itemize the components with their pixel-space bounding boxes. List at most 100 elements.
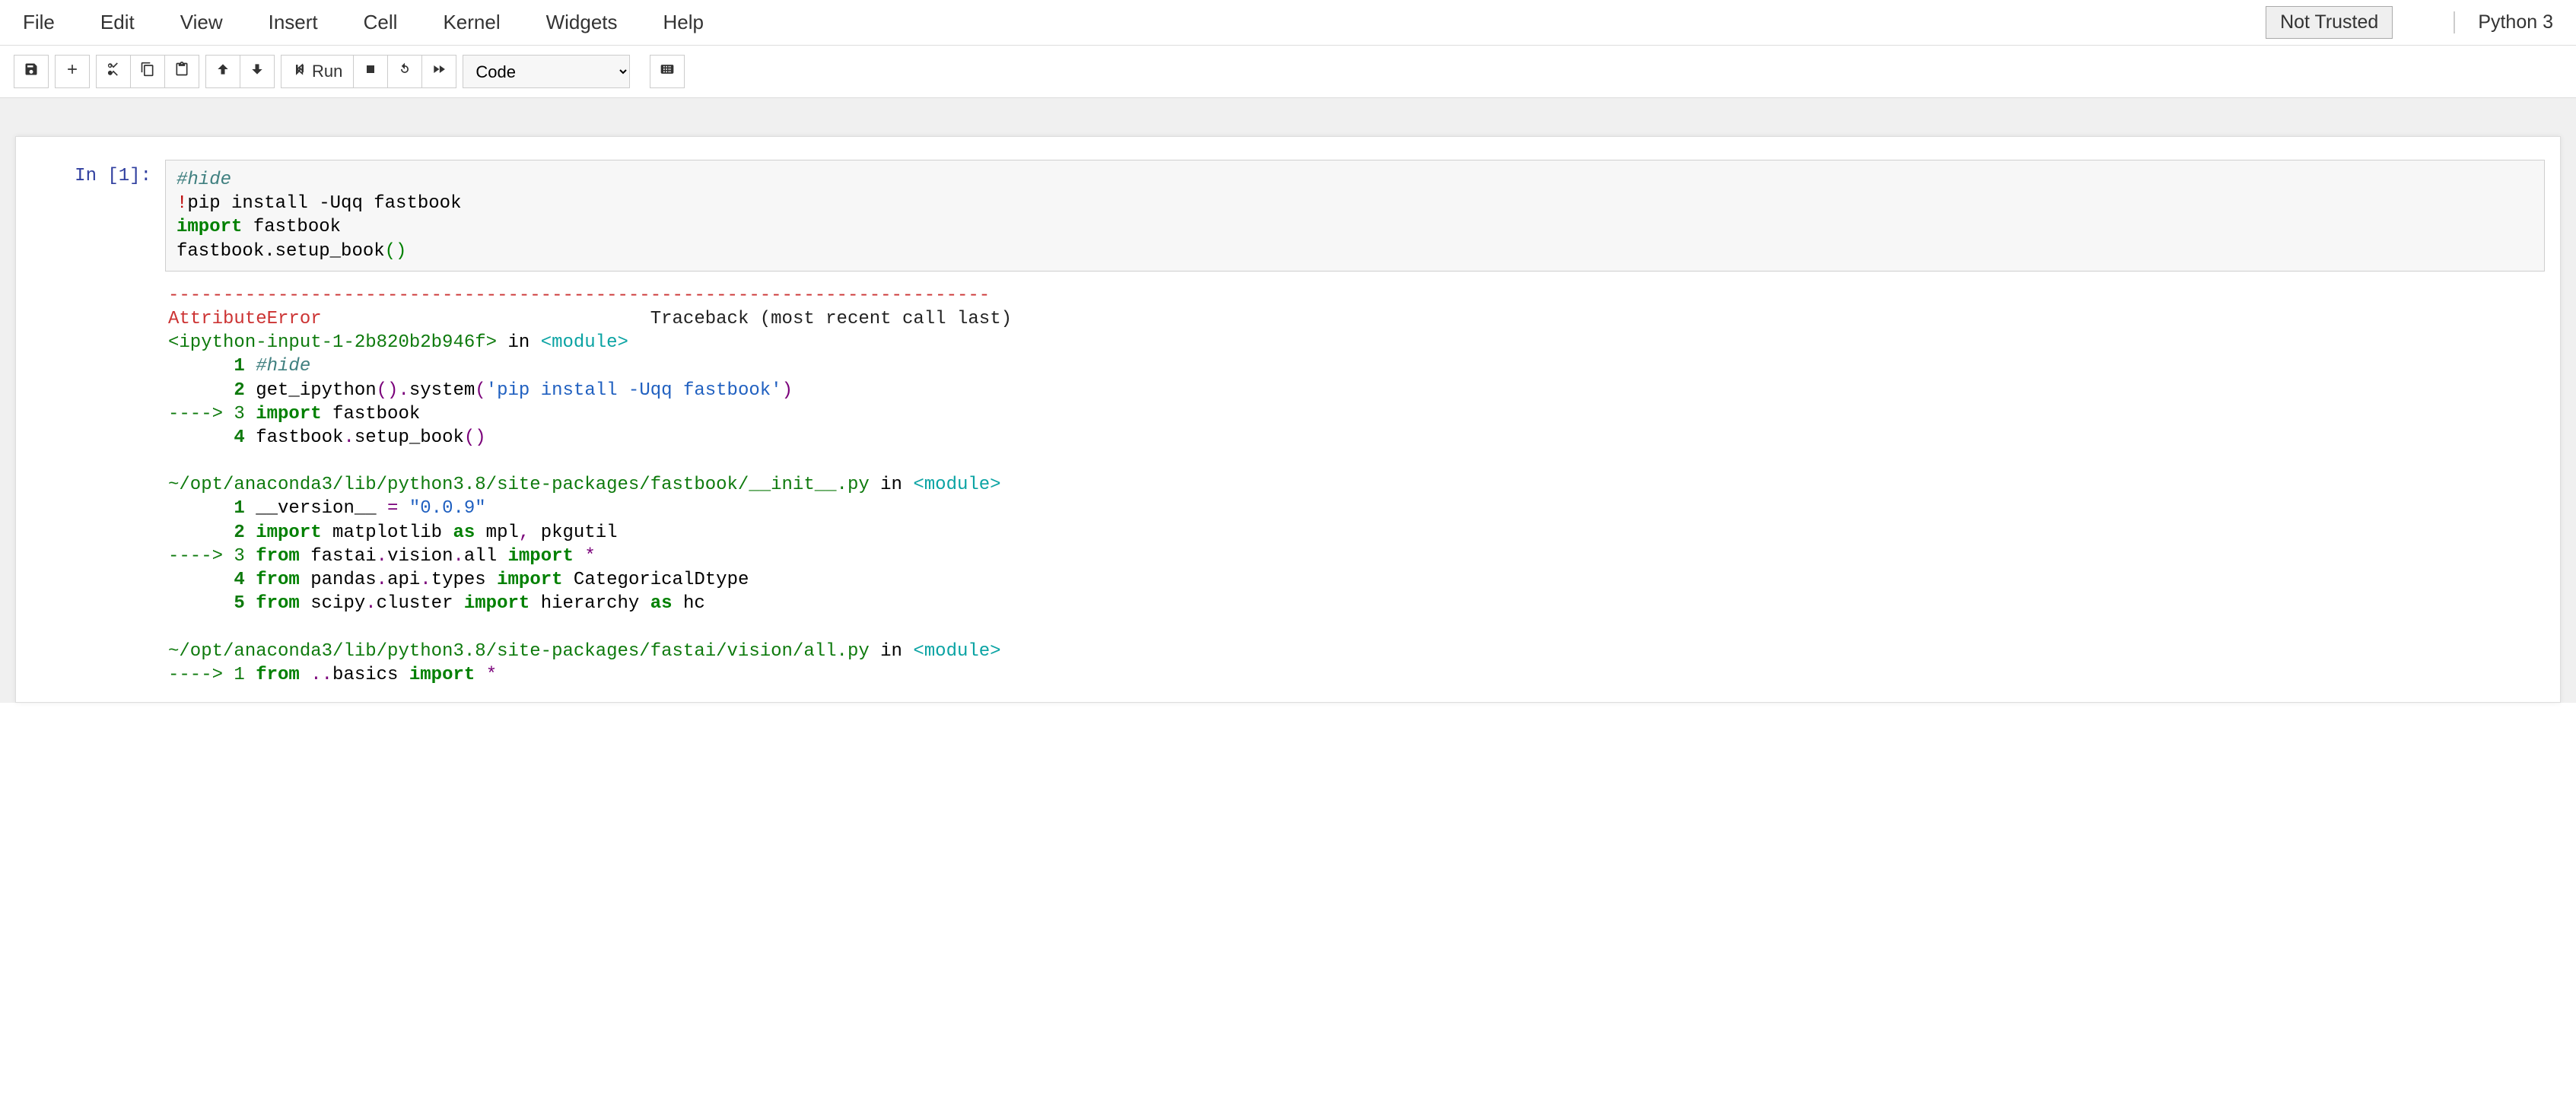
- traceback-path: ~/opt/anaconda3/lib/python3.8/site-packa…: [168, 641, 870, 662]
- cell-type-select[interactable]: Code: [463, 55, 630, 88]
- add-cell-button[interactable]: [55, 55, 90, 88]
- menu-cell[interactable]: Cell: [364, 11, 398, 34]
- line-number: 4: [168, 570, 256, 590]
- traceback-code: .: [453, 546, 463, 567]
- cut-button[interactable]: [96, 55, 131, 88]
- traceback-code: all: [464, 546, 508, 567]
- save-button[interactable]: [14, 55, 49, 88]
- traceback-code: .: [343, 427, 354, 448]
- traceback-code: matplotlib: [322, 523, 453, 543]
- error-name: AttributeError: [168, 309, 322, 329]
- traceback-module: <module>: [541, 332, 628, 353]
- traceback-code: import: [497, 570, 562, 590]
- menu-kernel[interactable]: Kernel: [443, 11, 500, 34]
- traceback-arrow: ----> 3: [168, 404, 256, 424]
- traceback-code: system: [409, 380, 475, 401]
- line-number: 1: [168, 498, 256, 519]
- traceback-code: (): [464, 427, 486, 448]
- kernel-name[interactable]: Python 3: [2454, 11, 2553, 33]
- move-group: [205, 55, 275, 88]
- traceback-code: cluster: [377, 593, 464, 614]
- traceback-code: hc: [673, 593, 705, 614]
- traceback-code: #hide: [256, 356, 310, 376]
- traceback-divider: ----------------------------------------…: [168, 285, 990, 306]
- traceback-code: .: [310, 665, 321, 685]
- traceback-code: fastbook: [256, 427, 343, 448]
- traceback-code: *: [475, 665, 497, 685]
- traceback-code: 'pip install -Uqq fastbook': [486, 380, 782, 401]
- traceback-code: from: [256, 570, 300, 590]
- traceback-code: types: [431, 570, 497, 590]
- traceback-code: as: [650, 593, 673, 614]
- spacer-text: [322, 309, 650, 329]
- traceback-code: (): [377, 380, 399, 401]
- traceback-code: .: [322, 665, 332, 685]
- run-label: Run: [312, 62, 342, 81]
- restart-button[interactable]: [387, 55, 422, 88]
- traceback-code: import: [256, 404, 321, 424]
- traceback-code: get_ipython: [256, 380, 376, 401]
- menu-edit[interactable]: Edit: [100, 11, 135, 34]
- arrow-up-icon: [215, 62, 231, 81]
- restart-run-all-button[interactable]: [421, 55, 456, 88]
- move-down-button[interactable]: [240, 55, 275, 88]
- menu-widgets[interactable]: Widgets: [546, 11, 618, 34]
- traceback-code: as: [453, 523, 475, 543]
- traceback-code: fastai: [300, 546, 377, 567]
- menu-help[interactable]: Help: [663, 11, 704, 34]
- code-bang: !: [177, 193, 187, 214]
- code-cell[interactable]: In [1]: #hide !pip install -Uqq fastbook…: [16, 152, 2560, 702]
- traceback-code: .: [398, 380, 409, 401]
- traceback-in: in: [497, 332, 541, 353]
- input-prompt: In [1]:: [28, 160, 165, 694]
- traceback-module: <module>: [913, 641, 1000, 662]
- paste-button[interactable]: [164, 55, 199, 88]
- traceback-code: (: [475, 380, 485, 401]
- cell-body: #hide !pip install -Uqq fastbook import …: [165, 160, 2545, 694]
- traceback-code: from: [256, 665, 300, 685]
- traceback-code: pandas: [300, 570, 377, 590]
- menubar-left: File Edit View Insert Cell Kernel Widget…: [23, 11, 704, 34]
- traceback-code: vision: [387, 546, 453, 567]
- traceback-code: "0.0.9": [398, 498, 485, 519]
- traceback-code: .: [377, 570, 387, 590]
- copy-button[interactable]: [130, 55, 165, 88]
- move-up-button[interactable]: [205, 55, 240, 88]
- traceback-label: Traceback (most recent call last): [650, 309, 1012, 329]
- traceback-code: import: [409, 665, 475, 685]
- menu-file[interactable]: File: [23, 11, 55, 34]
- not-trusted-button[interactable]: Not Trusted: [2266, 6, 2393, 39]
- traceback-code: .: [377, 546, 387, 567]
- copy-icon: [140, 62, 155, 81]
- run-icon: [292, 62, 307, 81]
- traceback-code: basics: [332, 665, 409, 685]
- command-palette-button[interactable]: [650, 55, 685, 88]
- traceback-code: [300, 665, 310, 685]
- paste-icon: [174, 62, 189, 81]
- traceback-in: in: [870, 475, 914, 495]
- notebook-container: In [1]: #hide !pip install -Uqq fastbook…: [0, 98, 2576, 703]
- menu-insert[interactable]: Insert: [269, 11, 318, 34]
- traceback-code: __version__: [256, 498, 387, 519]
- traceback-code: pkgutil: [530, 523, 617, 543]
- traceback-code: api: [387, 570, 420, 590]
- code-text: .: [264, 241, 275, 262]
- traceback-path: <ipython-input-1-2b820b2b946f>: [168, 332, 497, 353]
- interrupt-button[interactable]: [353, 55, 388, 88]
- traceback-code: ,: [519, 523, 530, 543]
- code-text: fastbook: [177, 241, 264, 262]
- notebook: In [1]: #hide !pip install -Uqq fastbook…: [15, 136, 2561, 703]
- run-button[interactable]: Run: [281, 55, 354, 88]
- traceback-code: hierarchy: [530, 593, 650, 614]
- traceback-code: mpl: [475, 523, 519, 543]
- arrow-down-icon: [250, 62, 265, 81]
- code-paren: (): [385, 241, 407, 262]
- keyboard-icon: [660, 62, 675, 81]
- input-area[interactable]: #hide !pip install -Uqq fastbook import …: [165, 160, 2545, 272]
- run-group: Run: [281, 55, 456, 88]
- traceback-code: from: [256, 593, 300, 614]
- traceback-code: .: [365, 593, 376, 614]
- traceback-arrow: ----> 1: [168, 665, 256, 685]
- menu-view[interactable]: View: [180, 11, 223, 34]
- code-text: fastbook: [242, 217, 341, 237]
